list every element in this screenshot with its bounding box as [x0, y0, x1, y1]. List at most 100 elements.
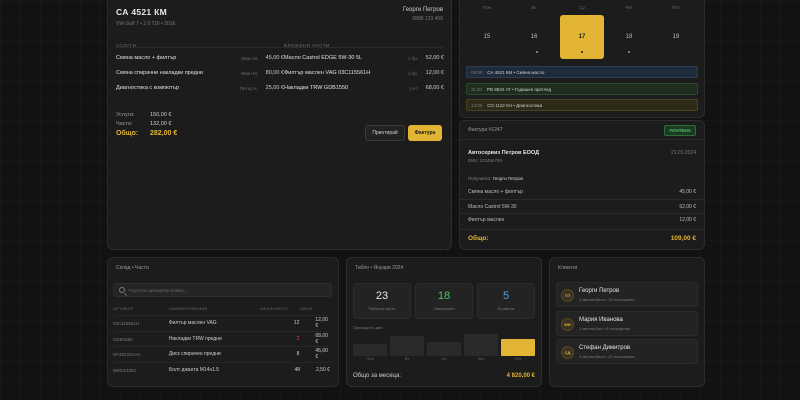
client-name: Стефан Димитров — [579, 345, 631, 351]
appointment-item[interactable]: 11:30 РВ 8834 АТ • Годишен преглед — [466, 83, 698, 95]
client-sub: 2 автомобила • 15 посещения — [579, 297, 635, 302]
bar-label: Ср — [441, 356, 447, 361]
appointment-time: 11:30 — [471, 86, 482, 92]
appointment-dot — [628, 51, 630, 53]
part-name: Филтър маслен VAG 03C115561H — [284, 70, 371, 76]
part-qty: 1 к-т — [408, 85, 418, 91]
parts-total: Части: 132,00 € — [116, 120, 172, 127]
search-box[interactable] — [113, 283, 332, 297]
day-cell[interactable]: 19 — [654, 15, 698, 59]
stat-value: 5 — [502, 290, 510, 302]
revenue-bar — [390, 336, 424, 356]
table-row[interactable]: B90013382 Болт джанта M14x1.5 48 2,50 € — [113, 362, 332, 377]
avatar: МИ — [561, 318, 574, 331]
col-qty: Наличност — [260, 306, 289, 311]
avatar: СД — [561, 346, 574, 359]
appointment-time: 14:00 — [471, 102, 483, 108]
print-button[interactable]: Принтирай — [365, 125, 405, 141]
part-row[interactable]: Филтър маслен VAG 03C115561H 1 бр. 12,00… — [284, 68, 444, 78]
client-card[interactable]: СД Стефан Димитров 3 автомобила • 22 пос… — [556, 339, 698, 364]
bar-label: Вт — [404, 356, 410, 361]
month-total: Общо за месеца: 4 820,00 € — [353, 373, 535, 379]
day-name: Вт — [531, 5, 537, 10]
divider — [460, 229, 704, 230]
order-totals: Услуги: 150,00 € Части: 132,00 € Общо: 2… — [116, 110, 196, 138]
appointment-item[interactable]: 09:00 СА 4521 КМ • Смяна масло — [466, 66, 698, 78]
owner-info: Георги Петров 0888 123 456 — [403, 7, 443, 22]
invoice-panel: Фактура #1247 ПЛАТЕНА Автосервиз Петров … — [459, 120, 705, 250]
client-name: Георги Петров — [579, 288, 620, 294]
appointment-text: РВ 8834 АТ • Годишен преглед — [486, 86, 552, 92]
table-row[interactable]: 03C115561H Филтър маслен VAG 12 12,00 € — [113, 315, 332, 330]
dashboard-panel: Табло • Януари 2024 — [346, 257, 542, 387]
client-card[interactable]: МИ Мария Иванова 1 автомобил • 8 посещен… — [556, 311, 698, 336]
owner-name: Георги Петров — [402, 7, 443, 13]
stat-value: 23 — [375, 290, 389, 302]
invoice-button[interactable]: Фактура — [408, 125, 442, 141]
day-name: Пет — [672, 5, 680, 10]
appointment-text: СА 4521 КМ • Смяна масло — [487, 69, 545, 75]
panel-title: Клиенти — [558, 265, 578, 271]
service-worker: Петър К. — [239, 85, 258, 91]
stat-value: 18 — [437, 290, 451, 302]
day-name: Чет — [625, 5, 633, 10]
service-price: 80,00 € — [265, 70, 284, 76]
avatar: ГП — [561, 289, 574, 302]
invoice-line: Филтър маслен 12,00 € — [468, 217, 696, 223]
stat-completed[interactable]: 18 Завършени — [415, 283, 473, 319]
invoice-recipient: Получател: Георги Петров — [468, 176, 523, 181]
col-price: Цена — [300, 306, 313, 311]
plate-number: СА 4521 КМ — [116, 7, 167, 17]
divider — [460, 139, 704, 140]
table-row[interactable]: GDB1550 Накладки TRW предни 2 68,00 € — [113, 331, 332, 346]
service-row[interactable]: Диагностика с компютър Петър К. 25,00 € — [116, 83, 284, 93]
owner-phone: 0888 123 456 — [412, 16, 443, 22]
invoice-line: Масло Castrol 5W-30 52,00 € — [468, 204, 696, 210]
stat-label: В работа — [497, 306, 515, 311]
panel-title: Табло • Януари 2024 — [355, 265, 404, 271]
client-sub: 1 автомобил • 8 посещения — [579, 326, 631, 331]
company-name: Автосервиз Петров ЕООД — [468, 150, 540, 156]
company-eik: ЕИК: 123456789 — [468, 158, 502, 163]
part-row[interactable]: Накладки TRW GDB1550 1 к-т 68,00 € — [284, 83, 444, 93]
panel-title: Склад • Части — [116, 265, 149, 271]
status-badge: ПЛАТЕНА — [664, 125, 696, 136]
search-icon — [119, 287, 125, 293]
part-price: 52,00 € — [425, 55, 444, 61]
grand-total: Общо: 282,00 € — [116, 130, 178, 137]
invoice-date: 21.01.2024 — [670, 150, 696, 156]
day-name: Пон — [482, 5, 492, 10]
table-row[interactable]: DF4823S1AA Диск спирачен предни 8 45,00 … — [113, 346, 332, 361]
appointment-item[interactable]: 14:00 СО 1122 КН • Диагностика — [466, 99, 698, 111]
client-sub: 3 автомобила • 22 посещения — [579, 354, 635, 359]
stat-label: Работни карти — [368, 306, 396, 311]
service-name: Смяна масло + филтър — [116, 55, 177, 61]
part-price: 68,00 € — [425, 85, 444, 91]
revenue-bar — [353, 344, 387, 356]
invoice-title: Фактура #1247 — [468, 127, 503, 133]
part-row[interactable]: Масло Castrol EDGE 5W-30 5L 1 бр. 52,00 … — [284, 53, 444, 63]
low-stock-qty: 2 — [296, 336, 300, 342]
bar-label: Пон — [366, 356, 374, 361]
stat-label: Завършени — [433, 306, 455, 311]
service-name: Смяна спирачни накладки предни — [116, 70, 203, 76]
appointment-dot — [536, 51, 538, 53]
part-price: 12,00 € — [425, 70, 444, 76]
appointment-dot — [581, 51, 583, 53]
divider — [460, 199, 704, 200]
stat-work-cards[interactable]: 23 Работни карти — [353, 283, 411, 319]
stat-in-progress[interactable]: 5 В работа — [477, 283, 535, 319]
part-name: Масло Castrol EDGE 5W-30 5L — [284, 55, 363, 61]
revenue-bar — [464, 334, 498, 356]
divider — [460, 213, 704, 214]
day-cell[interactable]: 16 — [512, 15, 556, 59]
search-input[interactable] — [128, 284, 323, 296]
service-worker: Иван М. — [241, 70, 258, 76]
col-article: Артикул — [113, 306, 134, 311]
day-cell[interactable]: 15 — [465, 15, 509, 59]
client-card[interactable]: ГП Георги Петров 2 автомобила • 15 посещ… — [556, 282, 698, 307]
service-row[interactable]: Смяна масло + филтър Иван М. 45,00 € — [116, 53, 284, 63]
part-qty: 1 бр. — [407, 55, 418, 61]
services-total: Услуги: 150,00 € — [116, 111, 172, 118]
service-row[interactable]: Смяна спирачни накладки предни Иван М. 8… — [116, 68, 284, 78]
